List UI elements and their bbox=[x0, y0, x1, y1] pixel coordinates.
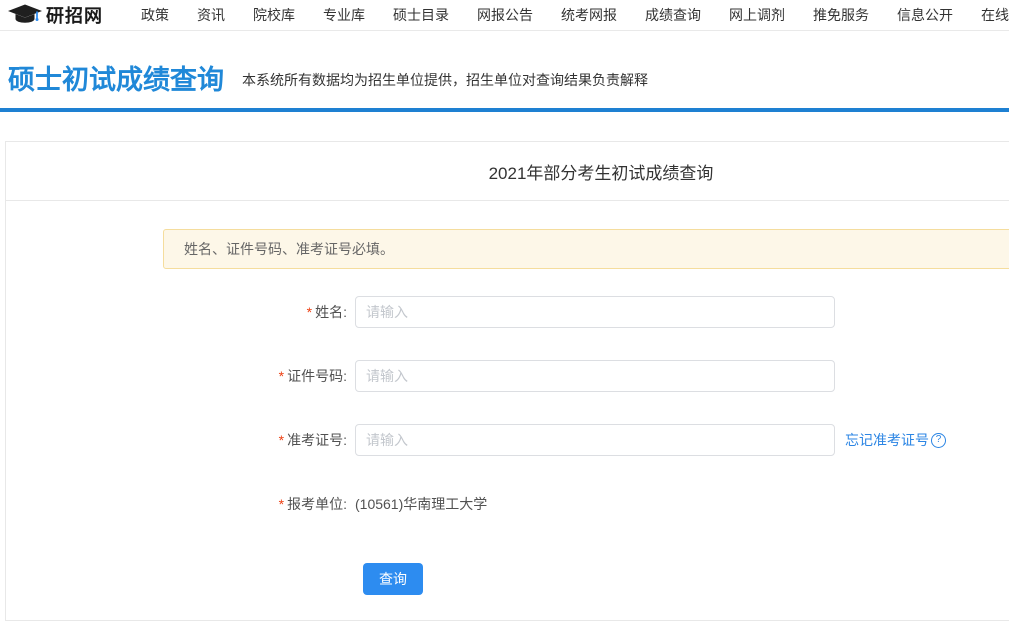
query-card: 2021年部分考生初试成绩查询 姓名、证件号码、准考证号必填。 *姓名: *证件… bbox=[5, 141, 1009, 621]
submit-row: 查询 bbox=[363, 563, 1009, 595]
nav-item-score-query[interactable]: 成绩查询 bbox=[645, 5, 701, 25]
nav-item-policy[interactable]: 政策 bbox=[141, 5, 169, 25]
required-asterisk: * bbox=[278, 368, 285, 384]
query-card-header: 2021年部分考生初试成绩查询 bbox=[6, 142, 1009, 201]
target-institution-row: * 报考单位: (10561)华南理工大学 bbox=[6, 488, 1009, 520]
admission-ticket-input[interactable] bbox=[355, 424, 835, 456]
required-fields-notice: 姓名、证件号码、准考证号必填。 bbox=[163, 229, 1009, 269]
name-input[interactable] bbox=[355, 296, 835, 328]
id-number-field-row: * 证件号码: bbox=[6, 360, 1009, 392]
nav-item-online-consultation[interactable]: 在线咨询 bbox=[981, 5, 1009, 25]
name-field-row: * 姓名: bbox=[6, 296, 1009, 328]
nav-item-exemption-service[interactable]: 推免服务 bbox=[813, 5, 869, 25]
nav-item-unified-exam-registration[interactable]: 统考网报 bbox=[561, 5, 617, 25]
nav-item-news[interactable]: 资讯 bbox=[197, 5, 225, 25]
blue-divider bbox=[0, 108, 1009, 112]
target-institution-value: (10561)华南理工大学 bbox=[355, 496, 488, 512]
id-number-label: * 证件号码: bbox=[278, 368, 347, 384]
nav-item-online-announcement[interactable]: 网报公告 bbox=[477, 5, 533, 25]
page-title: 硕士初试成绩查询 bbox=[8, 65, 224, 95]
top-navigation: 研招网 政策 资讯 院校库 专业库 硕士目录 网报公告 统考网报 成绩查询 网上… bbox=[0, 0, 1009, 31]
page-header: 硕士初试成绩查询 本系统所有数据均为招生单位提供，招生单位对查询结果负责解释 bbox=[0, 31, 1009, 108]
nav-item-college-library[interactable]: 院校库 bbox=[253, 5, 295, 25]
required-asterisk: * bbox=[278, 432, 285, 448]
graduation-cap-icon bbox=[8, 4, 42, 23]
page-subtitle: 本系统所有数据均为招生单位提供，招生单位对查询结果负责解释 bbox=[242, 72, 648, 88]
site-logo[interactable]: 研招网 bbox=[8, 2, 103, 28]
notice-text: 姓名、证件号码、准考证号必填。 bbox=[184, 241, 394, 257]
score-query-form: *姓名: *证件号码: *准考证号: 忘记准考证号? *报考单位: (10561… bbox=[6, 296, 1009, 595]
id-number-input[interactable] bbox=[355, 360, 835, 392]
target-institution-label: * 报考单位: bbox=[278, 496, 347, 512]
query-button[interactable]: 查询 bbox=[363, 563, 423, 595]
required-asterisk: * bbox=[278, 496, 285, 512]
admission-ticket-field-row: *准考证号: 忘记准考证号? bbox=[6, 424, 1009, 456]
question-circle-icon: ? bbox=[931, 432, 946, 448]
nav-item-master-catalog[interactable]: 硕士目录 bbox=[393, 5, 449, 25]
nav-item-information-disclosure[interactable]: 信息公开 bbox=[897, 5, 953, 25]
nav-item-major-library[interactable]: 专业库 bbox=[323, 5, 365, 25]
name-label: * 姓名: bbox=[306, 304, 347, 320]
required-asterisk: * bbox=[306, 304, 313, 320]
query-card-title: 2021年部分考生初试成绩查询 bbox=[488, 163, 714, 183]
site-name: 研招网 bbox=[46, 6, 103, 26]
forgot-admission-ticket-link[interactable]: 忘记准考证号? bbox=[845, 430, 946, 450]
admission-ticket-label: * 准考证号: bbox=[278, 432, 347, 448]
nav-item-online-adjustment[interactable]: 网上调剂 bbox=[729, 5, 785, 25]
